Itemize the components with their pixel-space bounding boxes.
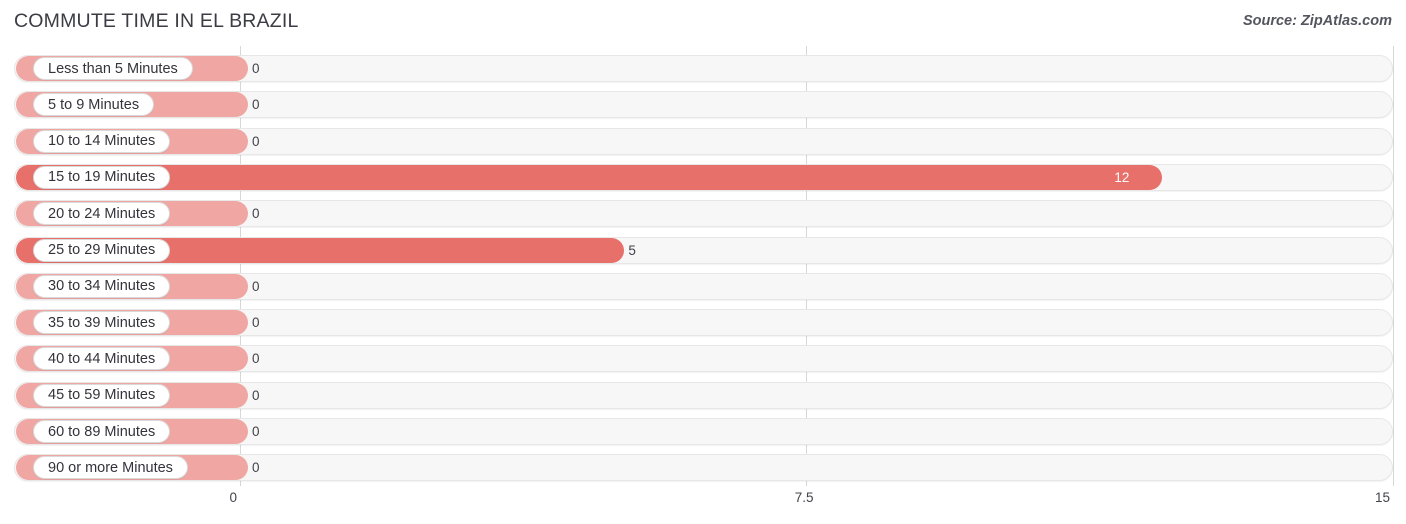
bar-category-label: 20 to 24 Minutes	[33, 202, 171, 226]
gridline-15	[1393, 46, 1394, 486]
bar-category-label: 60 to 89 Minutes	[33, 420, 171, 443]
bar-row[interactable]: 5 to 9 Minutes 0	[14, 91, 1393, 119]
bar-row[interactable]: 90 or more Minutes 0	[14, 454, 1393, 482]
bar-category-label: 45 to 59 Minutes	[33, 383, 171, 407]
bar-value-label: 0	[252, 61, 260, 76]
bar-category-label: 5 to 9 Minutes	[33, 93, 155, 117]
bar-value-label: 0	[252, 278, 260, 294]
bar-row[interactable]: 35 to 39 Minutes 0	[14, 309, 1393, 337]
bar-row[interactable]: 45 to 59 Minutes 0	[14, 381, 1393, 409]
bar-value-label: 0	[252, 424, 260, 439]
bar-value-label: 0	[252, 97, 260, 113]
bar-value-label: 12	[1114, 169, 1130, 185]
bar-row[interactable]: 15 to 19 Minutes 12	[14, 163, 1393, 191]
source-attribution: Source: ZipAtlas.com	[1242, 13, 1392, 29]
bar-value-label: 0	[252, 351, 260, 367]
x-axis-tick-label: 15	[1374, 490, 1390, 505]
bar-category-label: Less than 5 Minutes	[33, 57, 193, 80]
bar-value-label: 5	[628, 242, 636, 258]
bar-category-label: 25 to 29 Minutes	[33, 238, 171, 262]
bar-row[interactable]: 25 to 29 Minutes 5	[14, 236, 1393, 264]
bar-row[interactable]: 60 to 89 Minutes 0	[14, 418, 1393, 445]
bar-value-label: 0	[252, 206, 260, 222]
x-axis-tick-label: 0	[229, 490, 237, 505]
bar-category-label: 90 or more Minutes	[33, 456, 188, 480]
chart-header: COMMUTE TIME IN EL BRAZIL Source: ZipAtl…	[0, 0, 1406, 46]
bar-row[interactable]: 20 to 24 Minutes 0	[14, 200, 1393, 228]
plot-area: Less than 5 Minutes 0 5 to 9 Minutes 0 10 to…	[0, 46, 1406, 486]
page-title: COMMUTE TIME IN EL BRAZIL	[14, 10, 299, 32]
bar-fill[interactable]	[16, 164, 1163, 190]
bar-category-label: 10 to 14 Minutes	[33, 129, 171, 153]
bar-row[interactable]: Less than 5 Minutes 0	[14, 55, 1393, 82]
bar-category-label: 15 to 19 Minutes	[33, 165, 171, 189]
bar-category-label: 35 to 39 Minutes	[33, 311, 171, 335]
bar-category-label: 30 to 34 Minutes	[33, 274, 171, 298]
bar-row[interactable]: 10 to 14 Minutes 0	[14, 127, 1393, 155]
bar-row[interactable]: 40 to 44 Minutes 0	[14, 345, 1393, 373]
bar-row[interactable]: 30 to 34 Minutes 0	[14, 272, 1393, 300]
bar-value-label: 0	[252, 460, 260, 476]
x-axis-tick-label: 7.5	[794, 490, 814, 505]
bar-value-label: 0	[252, 133, 260, 149]
bar-category-label: 40 to 44 Minutes	[33, 347, 171, 371]
bar-value-label: 0	[252, 315, 260, 331]
bar-value-label: 0	[252, 387, 260, 403]
x-axis: 0 7.5 15	[0, 486, 1406, 524]
